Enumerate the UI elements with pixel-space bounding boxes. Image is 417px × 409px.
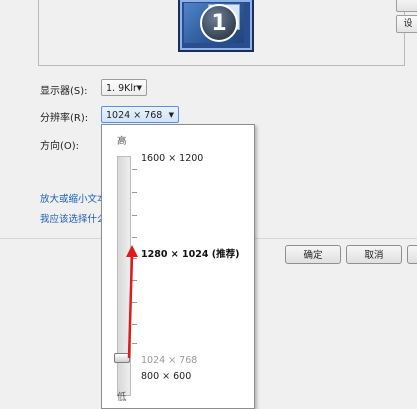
enlarge-text-link[interactable]: 放大或缩小文本	[40, 191, 107, 205]
slider-tick	[132, 169, 137, 170]
slider-tick	[132, 215, 137, 216]
display-select[interactable]: 1. 9Klr ▼	[101, 79, 147, 96]
orientation-label: 方向(O):	[40, 141, 80, 152]
option-1280x1024-recommended[interactable]: 1280 × 1024 (推荐)	[141, 246, 239, 260]
detect-button[interactable]	[396, 0, 417, 12]
resolution-select-value: 1024 × 768	[106, 110, 163, 121]
monitor-icon[interactable]: 1	[178, 0, 254, 52]
what-to-choose-link[interactable]: 我应该选择什么	[40, 211, 107, 225]
option-1600x1200[interactable]: 1600 × 1200	[141, 153, 203, 164]
resolution-label: 分辨率(R):	[40, 113, 89, 124]
cancel-button[interactable]: 取消	[346, 245, 402, 264]
monitor-number-badge: 1	[200, 4, 238, 42]
chevron-down-icon: ▼	[136, 84, 142, 92]
option-800x600[interactable]: 800 × 600	[141, 371, 191, 382]
low-label: 低	[117, 392, 127, 403]
apply-button[interactable]	[407, 245, 417, 264]
identify-button[interactable]: 设	[396, 15, 417, 33]
resolution-select[interactable]: 1024 × 768 ▼	[101, 106, 179, 123]
slider-tick	[132, 192, 137, 193]
display-select-value: 1. 9Klr	[106, 83, 137, 94]
ok-button[interactable]: 确定	[285, 245, 341, 264]
chevron-down-icon: ▼	[168, 111, 174, 119]
slider-tick	[132, 237, 137, 238]
high-label: 高	[117, 136, 127, 147]
option-1024x768-current[interactable]: 1024 × 768	[141, 355, 197, 366]
resolution-dropdown: 高 1600 × 1200 1280 × 1024 (推荐) 1024 × 76…	[101, 124, 255, 409]
display-label: 显示器(S):	[40, 86, 88, 97]
red-arrow-annotation	[126, 245, 138, 359]
